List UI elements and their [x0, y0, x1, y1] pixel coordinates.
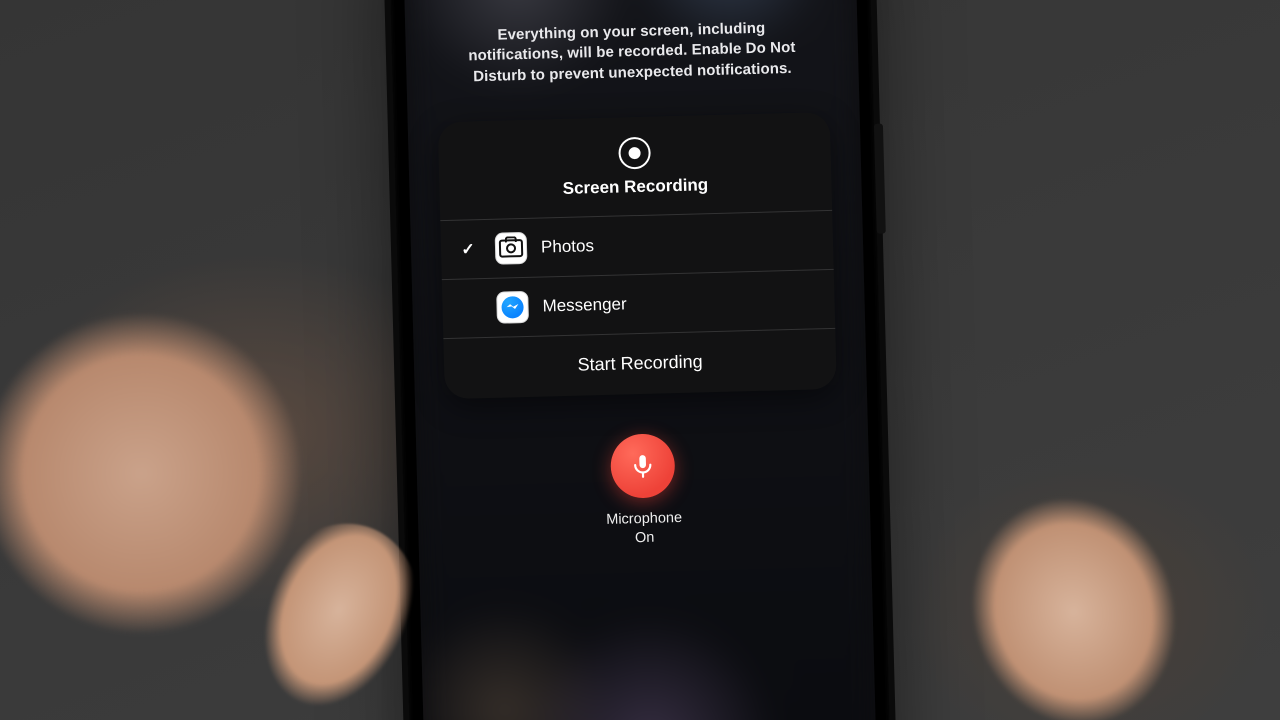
start-recording-button[interactable]: Start Recording [443, 329, 836, 399]
messenger-icon [496, 291, 529, 324]
checkmark-placeholder [457, 308, 483, 309]
card-header: Screen Recording [438, 112, 832, 221]
checkmark-icon: ✓ [455, 239, 482, 260]
microphone-label: Microphone On [606, 509, 683, 549]
camera-icon [495, 232, 528, 265]
recording-warning-text: Everything on your screen, including not… [461, 18, 802, 88]
screen-recording-card: Screen Recording ✓ Photos [438, 112, 837, 399]
phone-screen: Everything on your screen, including not… [402, 0, 878, 720]
destination-label: Messenger [542, 294, 627, 316]
phone-frame: Everything on your screen, including not… [388, 0, 892, 720]
record-icon [618, 136, 651, 169]
thumb-right [926, 456, 1254, 720]
photo-background: Everything on your screen, including not… [0, 0, 1280, 720]
microphone-icon [629, 452, 656, 479]
destination-row-photos[interactable]: ✓ Photos [440, 211, 833, 280]
microphone-toggle-button[interactable] [610, 433, 676, 499]
screen-recording-sheet: Everything on your screen, including not… [402, 0, 878, 720]
phone-side-button [874, 124, 886, 234]
microphone-section: Microphone On [604, 433, 683, 549]
destination-label: Photos [541, 236, 594, 257]
card-title: Screen Recording [562, 175, 708, 199]
destination-row-messenger[interactable]: Messenger [442, 270, 835, 339]
